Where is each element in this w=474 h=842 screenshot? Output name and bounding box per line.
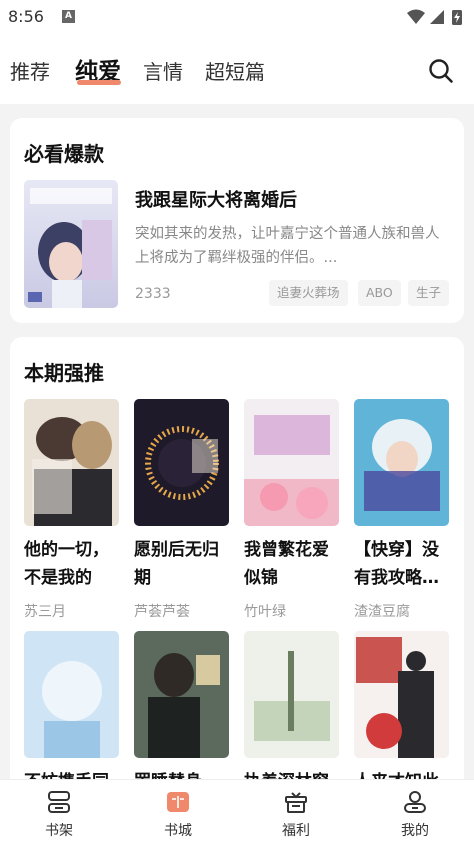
nav-bookstore[interactable]: 书城 — [138, 780, 218, 842]
gift-icon — [285, 792, 307, 813]
bookshelf-icon — [48, 791, 70, 813]
book-cover[interactable] — [354, 399, 449, 526]
status-bar: 8:56 A — [0, 0, 474, 34]
featured-book-cover[interactable] — [24, 180, 118, 308]
status-time: 8:56 — [8, 7, 44, 26]
tab-romance[interactable]: 言情 — [143, 56, 183, 85]
book-author: 苏三月 — [24, 604, 66, 620]
tab-recommend[interactable]: 推荐 — [10, 56, 50, 85]
nav-bookshelf[interactable]: 书架 — [19, 780, 99, 842]
nav-welfare-label: 福利 — [282, 823, 310, 839]
book-cover[interactable] — [24, 399, 119, 526]
wifi-icon — [407, 9, 425, 24]
book-author: 芦荟芦荟 — [134, 604, 190, 620]
nav-bookshelf-label: 书架 — [45, 823, 73, 839]
book-cover[interactable] — [24, 631, 119, 758]
section-title-this-issue: 本期强推 — [24, 361, 104, 385]
bottom-nav: 书架 书城 福利 我的 — [0, 779, 474, 842]
notification-icon: A — [62, 10, 75, 23]
nav-profile[interactable]: 我的 — [375, 780, 455, 842]
search-icon[interactable] — [428, 58, 454, 84]
nav-profile-label: 我的 — [401, 823, 429, 839]
nav-bookstore-label: 书城 — [164, 823, 192, 839]
status-icons — [407, 9, 462, 25]
tab-short-stories[interactable]: 超短篇 — [205, 56, 265, 85]
book-cover[interactable] — [354, 631, 449, 758]
book-author: 竹叶绿 — [244, 604, 286, 620]
book-cover[interactable] — [244, 631, 339, 758]
book-title[interactable]: 愿别后无归期 — [134, 536, 232, 592]
nav-welfare[interactable]: 福利 — [256, 780, 336, 842]
book-cover[interactable] — [134, 631, 229, 758]
featured-book-tag[interactable]: ABO — [358, 280, 401, 306]
book-author: 渣渣豆腐 — [354, 604, 410, 620]
signal-icon — [430, 10, 444, 24]
active-tab-indicator — [77, 80, 121, 85]
section-title-must-read: 必看爆款 — [24, 142, 104, 166]
book-cover[interactable] — [244, 399, 339, 526]
featured-book-description: 突如其来的发热，让叶嘉宁这个普通人族和兽人上将成为了羁绊极强的伴侣。... — [135, 226, 440, 266]
this-issue-section: 本期强推 他的一切，不是我的 愿别后无归期 我曾繁花爱似锦 【快穿】没有我攻略…… — [10, 337, 464, 797]
book-title[interactable]: 他的一切，不是我的 — [24, 536, 122, 592]
featured-book-title[interactable]: 我跟星际大将离婚后 — [135, 186, 297, 212]
top-nav: 推荐 纯爱 言情 超短篇 — [0, 34, 474, 104]
book-cover[interactable] — [134, 399, 229, 526]
book-title[interactable]: 我曾繁花爱似锦 — [244, 536, 342, 592]
featured-book-tag[interactable]: 追妻火葬场 — [269, 280, 348, 306]
featured-book-count: 2333 — [135, 286, 171, 302]
profile-icon — [404, 791, 426, 813]
bookstore-icon — [167, 792, 189, 812]
must-read-section: 必看爆款 我跟星际大将离婚后 突如其来的发热，让叶嘉宁这个普通人族和兽人上将成为… — [10, 118, 464, 323]
book-title[interactable]: 【快穿】没有我攻略… — [354, 536, 452, 592]
featured-book-tag[interactable]: 生子 — [408, 280, 450, 306]
